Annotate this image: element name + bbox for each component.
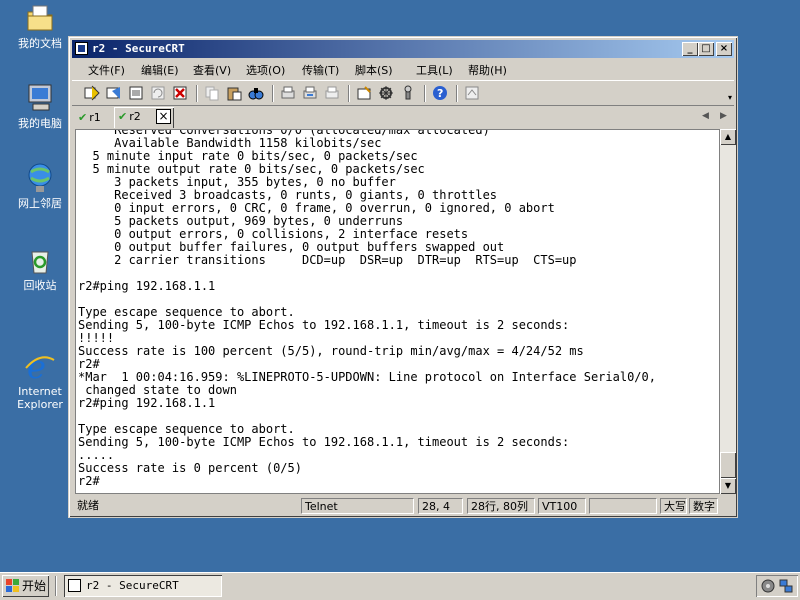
status-protocol: Telnet	[301, 498, 414, 514]
keymap-icon[interactable]	[400, 85, 416, 101]
session-tabs: ✔ r1 ✔ r2 × ◀ ▶	[72, 107, 734, 129]
close-button[interactable]: ×	[716, 42, 732, 56]
taskbar-item-securecrt[interactable]: r2 - SecureCRT	[64, 575, 222, 597]
toolbar-separator	[272, 85, 274, 102]
tab-scroll-right-icon[interactable]: ▶	[720, 111, 727, 121]
status-ready: 就绪	[77, 499, 99, 512]
securecrt-window: r2 - SecureCRT _ □ × 文件(F) 编辑(E) 查看(V) 选…	[68, 36, 738, 518]
start-label: 开始	[22, 579, 47, 593]
status-emulation: VT100	[538, 498, 586, 514]
menu-edit[interactable]: 编辑(E)	[141, 62, 179, 78]
desktop-icon-network-places[interactable]: 网上邻居	[8, 162, 72, 210]
toolbar-separator	[348, 85, 350, 102]
svg-text:?: ?	[437, 87, 443, 100]
menu-tools[interactable]: 工具(L)	[416, 62, 453, 78]
network-places-icon	[24, 162, 56, 194]
connect-in-tab-icon[interactable]	[128, 85, 144, 101]
print-selection-icon[interactable]	[302, 85, 318, 101]
menu-bar: 文件(F) 编辑(E) 查看(V) 选项(O) 传输(T) 脚本(S) 工具(L…	[72, 59, 734, 79]
system-tray	[756, 575, 798, 597]
desktop-icon-label: 我的电脑	[18, 117, 62, 130]
menu-transfer[interactable]: 传输(T)	[302, 62, 339, 78]
taskbar-item-label: r2 - SecureCRT	[86, 579, 179, 592]
tab-r1[interactable]: ✔ r1	[78, 108, 112, 127]
terminal-output[interactable]: Reserved Conversations 0/0 (allocated/ma…	[75, 129, 720, 494]
svg-text:e: e	[27, 350, 46, 382]
close-tab-icon[interactable]: ×	[156, 109, 171, 124]
recycle-bin-icon	[24, 244, 56, 276]
menu-view[interactable]: 查看(V)	[193, 62, 231, 78]
vertical-scrollbar[interactable]: ▲ ▼	[720, 129, 736, 494]
session-options-icon[interactable]	[356, 85, 372, 101]
menu-file[interactable]: 文件(F)	[88, 62, 125, 78]
toolbar: ? ▾	[72, 80, 734, 106]
find-icon[interactable]	[248, 85, 264, 101]
desktop-icon-my-computer[interactable]: 我的电脑	[8, 82, 72, 130]
tab-scroll-left-icon[interactable]: ◀	[702, 111, 709, 121]
connected-check-icon: ✔	[118, 110, 128, 123]
windows-logo-icon	[6, 579, 19, 592]
my-computer-icon	[24, 82, 56, 114]
disconnect-icon[interactable]	[172, 85, 188, 101]
toolbar-separator	[424, 85, 426, 102]
quick-connect-icon[interactable]	[106, 85, 122, 101]
desktop-icon-internet-explorer[interactable]: e Internet Explorer	[8, 324, 72, 424]
title-bar[interactable]: r2 - SecureCRT _ □ ×	[72, 40, 734, 58]
tab-label: r1	[89, 111, 101, 124]
terminal-text: Reserved Conversations 0/0 (allocated/ma…	[78, 129, 656, 488]
connect-icon[interactable]	[84, 85, 100, 101]
toolbar-separator	[456, 85, 458, 102]
status-num-lock: 数字	[689, 498, 718, 514]
menu-options[interactable]: 选项(O)	[246, 62, 285, 78]
window-title: r2 - SecureCRT	[92, 42, 185, 55]
desktop-icon-label: Internet Explorer	[17, 385, 63, 411]
global-options-icon[interactable]	[378, 85, 394, 101]
desktop-icon-recycle-bin[interactable]: 回收站	[8, 244, 72, 292]
print-setup-icon[interactable]	[324, 85, 340, 101]
my-documents-icon	[24, 2, 56, 34]
status-bar: 就绪 Telnet 28, 4 28行, 80列 VT100 大写 数字	[72, 497, 734, 516]
scroll-up-icon[interactable]: ▲	[720, 129, 736, 145]
paste-icon[interactable]	[226, 85, 242, 101]
start-button[interactable]: 开始	[2, 575, 49, 597]
network-tray-icon[interactable]	[779, 579, 793, 593]
status-caps-lock: 大写	[660, 498, 687, 514]
menu-script[interactable]: 脚本(S)	[355, 62, 393, 78]
desktop-icon-label: 回收站	[23, 279, 57, 292]
menu-help[interactable]: 帮助(H)	[468, 62, 507, 78]
copy-icon[interactable]	[204, 85, 220, 101]
toolbar-separator	[196, 85, 198, 102]
status-blank	[589, 498, 657, 514]
tab-label: r2	[129, 110, 141, 123]
desktop-icon-my-documents[interactable]: 我的文档	[8, 2, 72, 50]
scroll-down-icon[interactable]: ▼	[720, 478, 736, 494]
status-cursor-position: 28, 4	[418, 498, 463, 514]
volume-icon[interactable]	[761, 579, 775, 593]
status-terminal-size: 28行, 80列	[467, 498, 535, 514]
taskbar-separator	[55, 576, 57, 596]
reconnect-icon[interactable]	[150, 85, 166, 101]
app-icon[interactable]	[75, 42, 88, 55]
internet-explorer-icon: e	[24, 337, 56, 386]
desktop-icon-label: 我的文档	[18, 37, 62, 50]
scroll-thumb[interactable]	[720, 452, 736, 478]
minimize-button[interactable]: _	[682, 42, 698, 56]
maximize-button[interactable]: □	[698, 42, 714, 56]
toolbar-chevron-icon[interactable]: ▾	[728, 93, 732, 102]
taskbar: 开始 r2 - SecureCRT	[0, 572, 800, 600]
connected-check-icon: ✔	[78, 111, 88, 124]
securecrt-icon	[68, 579, 81, 592]
help-icon[interactable]: ?	[432, 85, 448, 101]
print-icon[interactable]	[280, 85, 296, 101]
sftp-icon[interactable]	[464, 85, 480, 101]
desktop-icon-label: 网上邻居	[18, 197, 62, 210]
